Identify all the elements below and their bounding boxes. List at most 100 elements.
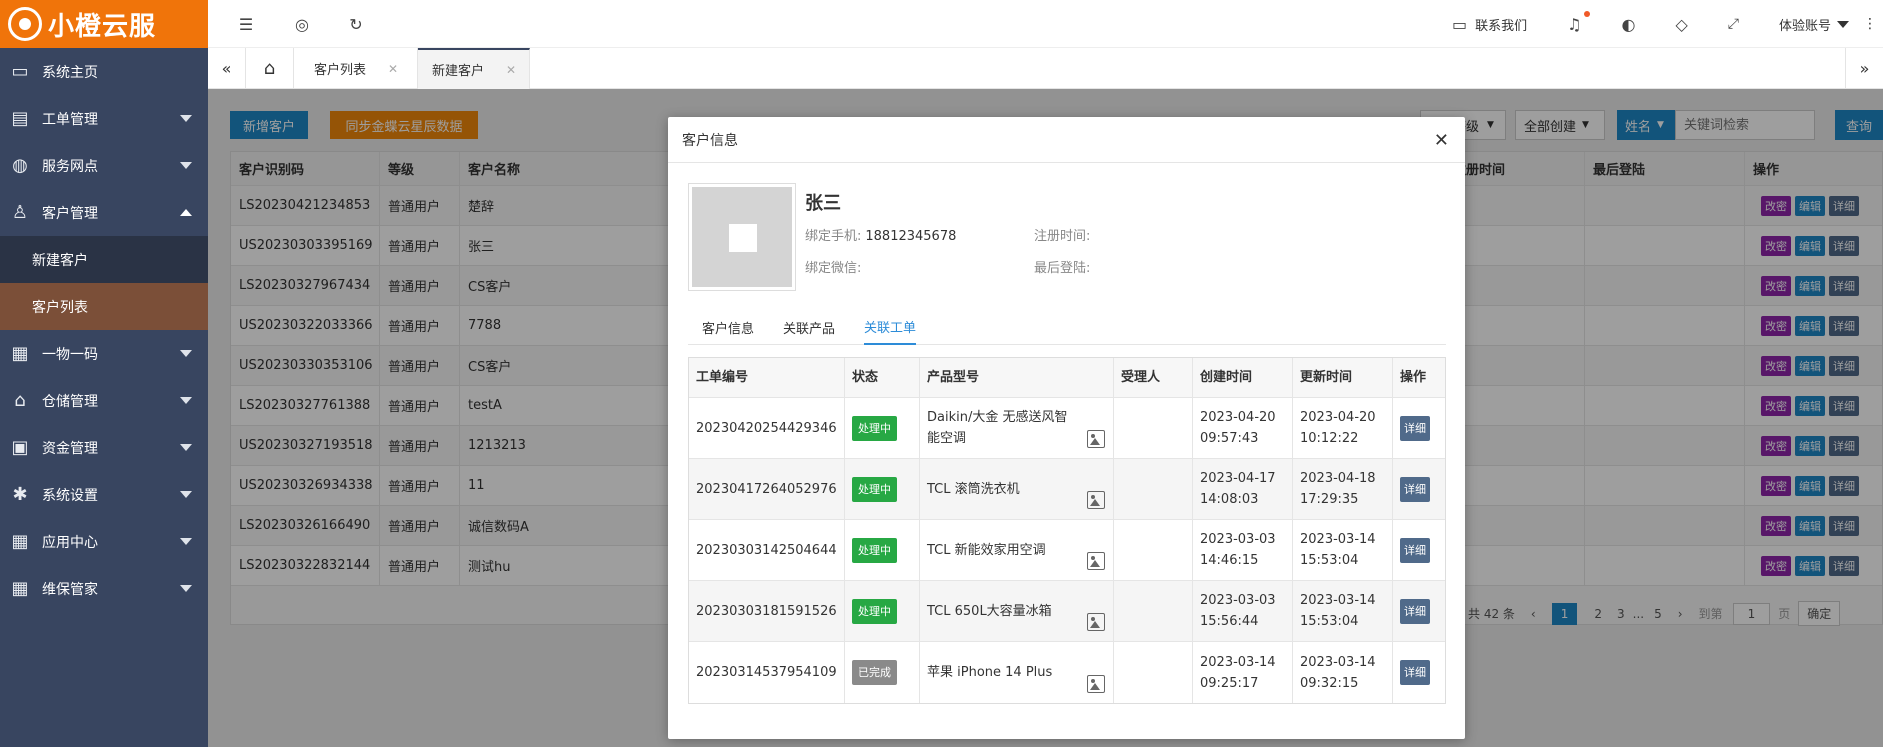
updated-clock: 10:12:22 [1300,431,1359,446]
chevron-down-icon [180,444,192,451]
sidebar-item-customers[interactable]: ♙ 客户管理 [0,189,208,236]
cell-status: 已完成 [845,642,920,703]
menu-toggle-icon[interactable]: ☰ [236,14,256,34]
cell-actions: 详细 [1393,581,1445,641]
fullscreen-icon[interactable]: ⤢ [1728,16,1739,32]
sidebar-item-app-center[interactable]: ▦ 应用中心 [0,518,208,565]
column-header: 状态 [845,358,920,397]
globe-icon[interactable]: ◎ [292,14,312,34]
customer-name: 张三 [805,193,841,214]
brand-logo[interactable]: 小橙云服 [0,0,208,48]
cell-actions: 详细 [1393,520,1445,580]
grid-icon: ▦ [11,343,29,364]
created-clock: 14:46:15 [1200,553,1259,568]
register-time-label: 注册时间: [1034,229,1091,244]
tab-new-customer[interactable]: 新建客户 ✕ [418,48,530,89]
sidebar-item-home[interactable]: ▭ 系统主页 [0,48,208,95]
detail-button[interactable]: 详细 [1400,660,1430,685]
sidebar-item-label: 维保管家 [42,581,98,598]
more-vertical-icon[interactable]: ⋮ [1863,16,1877,32]
contact-us-link[interactable]: 联系我们 [1475,15,1527,34]
sidebar-item-service-points[interactable]: ◍ 服务网点 [0,142,208,189]
close-icon[interactable]: ✕ [1434,130,1449,151]
created-clock: 09:57:43 [1200,431,1259,446]
cell-product: Daikin/大金 无感送风智能空调 [920,398,1114,458]
document-icon: ▤ [11,108,29,129]
close-icon[interactable]: ✕ [506,63,516,77]
account-menu[interactable]: 体验账号 [1779,15,1831,34]
chevron-down-icon [180,350,192,357]
sidebar-item-label: 应用中心 [42,534,98,551]
sidebar-item-label: 仓储管理 [42,393,98,410]
modal-title: 客户信息 [682,132,738,149]
detail-button[interactable]: 详细 [1400,415,1430,441]
detail-button[interactable]: 详细 [1400,537,1430,563]
status-badge: 已完成 [852,660,897,685]
sidebar-subitem-customer-list[interactable]: 客户列表 [0,283,208,330]
cell-order-no: 20230303181591526 [689,581,845,641]
updated-clock: 15:53:04 [1300,553,1359,568]
tab-customer-list[interactable]: 客户列表 ✕ [294,48,418,89]
sidebar-item-workorders[interactable]: ▤ 工单管理 [0,95,208,142]
image-icon[interactable] [1087,491,1105,509]
gear-icon: ✱ [12,484,28,505]
chat-icon[interactable]: ▭ [1452,15,1467,34]
sidebar-subitem-new-customer[interactable]: 新建客户 [0,236,208,283]
tab-related-products[interactable]: 关联产品 [783,309,835,345]
globe-icon: ◍ [12,155,28,176]
sidebar-item-funds[interactable]: ▣ 资金管理 [0,424,208,471]
created-date: 2023-04-20 [1200,410,1276,425]
tag-icon[interactable]: ◇ [1675,15,1687,34]
image-icon[interactable] [1087,430,1105,448]
chevron-down-icon[interactable] [1837,20,1849,28]
home-tab-icon[interactable]: ⌂ [246,48,294,89]
close-icon[interactable]: ✕ [388,62,398,76]
tabs-scroll-right-icon[interactable]: » [1845,48,1883,89]
updated-date: 2023-03-14 [1300,532,1376,547]
cell-actions: 详细 [1393,459,1445,519]
cell-product: TCL 650L大容量冰箱 [920,581,1114,641]
refresh-icon[interactable]: ↻ [346,14,366,34]
bell-icon[interactable]: ♫ [1567,10,1590,34]
customer-info-modal: 客户信息 ✕ 张三 绑定手机: 18812345678 注册时间: 绑定微信: 最… [668,117,1465,739]
column-header: 工单编号 [689,358,845,397]
cell-product: TCL 新能效家用空调 [920,520,1114,580]
sidebar-item-label: 系统主页 [42,64,98,81]
tabs-scroll-left-icon[interactable]: « [208,48,246,89]
cell-created-time: 2023-04-17 14:08:03 [1193,459,1293,519]
detail-button[interactable]: 详细 [1400,476,1430,502]
avatar [688,183,796,291]
sidebar-item-settings[interactable]: ✱ 系统设置 [0,471,208,518]
grid-icon: ▦ [11,578,29,599]
tab-related-orders[interactable]: 关联工单 [864,309,917,345]
cell-handler [1114,642,1193,703]
detail-button[interactable]: 详细 [1400,598,1430,624]
monitor-icon: ▭ [11,61,29,82]
cell-status: 处理中 [845,459,920,519]
created-date: 2023-03-03 [1200,593,1276,608]
table-header-row: 工单编号 状态 产品型号 受理人 创建时间 更新时间 操作 [689,358,1445,398]
product-name: TCL 滚筒洗衣机 [927,481,1020,497]
chevron-up-icon [180,209,192,216]
cell-product: TCL 滚筒洗衣机 [920,459,1114,519]
sidebar-item-label: 系统设置 [42,487,98,504]
money-icon: ▣ [11,437,29,458]
sidebar-item-label: 资金管理 [42,440,98,457]
phone-value: 18812345678 [865,229,957,244]
sidebar-item-warehouse[interactable]: ⌂ 仓储管理 [0,377,208,424]
sidebar: 小橙云服 ▭ 系统主页 ▤ 工单管理 ◍ 服务网点 ♙ 客户管理 新建客户 客户… [0,0,208,747]
chevron-down-icon [180,397,192,404]
image-icon[interactable] [1087,552,1105,570]
modal-tabs: 客户信息 关联产品 关联工单 [688,309,1446,345]
palette-icon[interactable]: ◐ [1622,15,1636,34]
image-icon[interactable] [1087,675,1105,693]
cell-order-no: 20230303142504644 [689,520,845,580]
sidebar-item-maintenance[interactable]: ▦ 维保管家 [0,565,208,612]
updated-date: 2023-04-20 [1300,410,1376,425]
image-icon[interactable] [1087,613,1105,631]
cell-handler [1114,398,1193,458]
tab-customer-info[interactable]: 客户信息 [702,309,754,345]
cell-handler [1114,459,1193,519]
sidebar-item-one-code[interactable]: ▦ 一物一码 [0,330,208,377]
table-row: 20230417264052976 处理中 TCL 滚筒洗衣机 2023-04-17 1… [689,459,1445,520]
